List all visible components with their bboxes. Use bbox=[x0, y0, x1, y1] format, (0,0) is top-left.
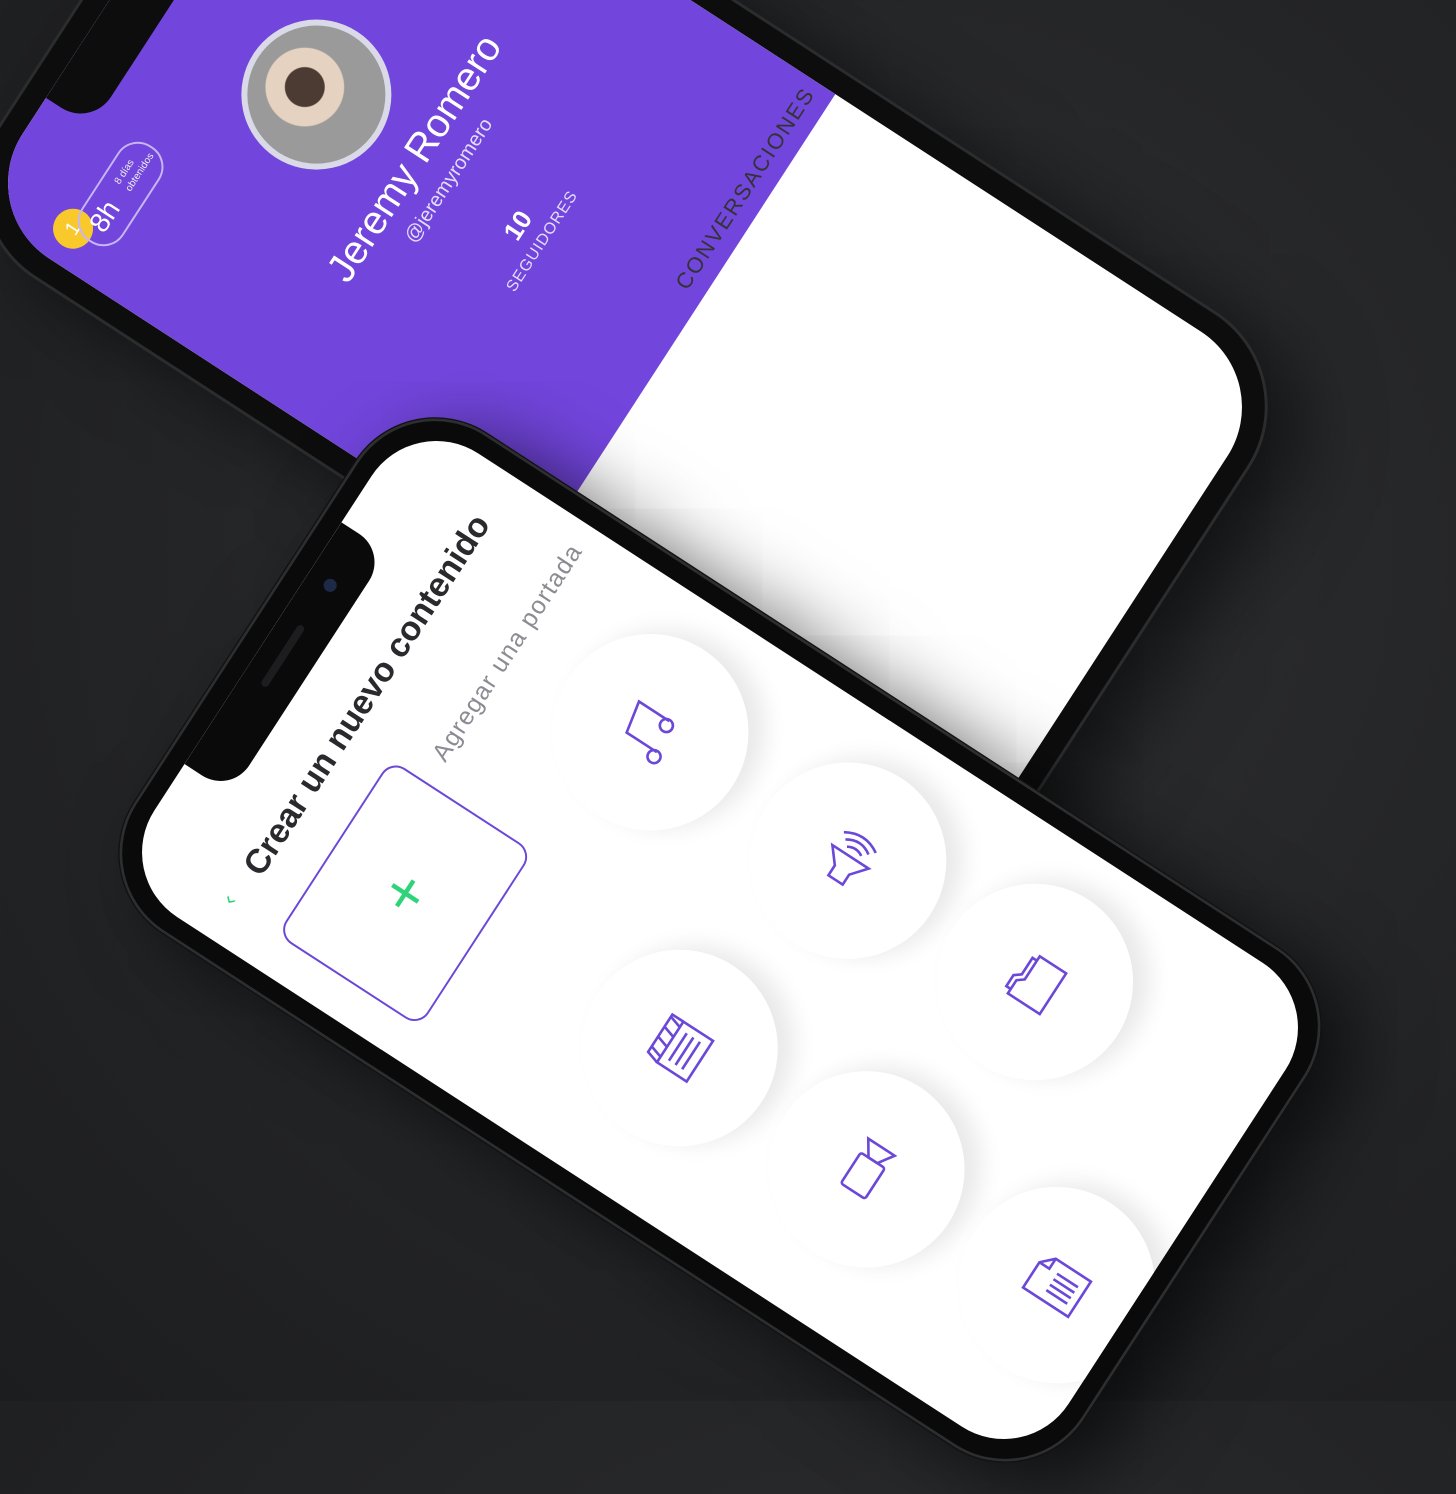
speaker-grille bbox=[259, 623, 306, 689]
phone-notch bbox=[184, 522, 388, 795]
chevron-left-icon: ‹ bbox=[216, 889, 242, 910]
video-camera-icon bbox=[840, 1136, 898, 1200]
camera-icon bbox=[321, 576, 340, 595]
plus-icon: + bbox=[365, 858, 445, 928]
audio-icon bbox=[826, 830, 877, 887]
document-icon bbox=[1021, 1257, 1093, 1319]
back-button[interactable]: ‹ bbox=[216, 879, 249, 910]
hours-value: 8h bbox=[82, 194, 126, 238]
description-underline bbox=[1140, 1106, 1328, 1469]
folder-icon bbox=[1004, 954, 1068, 1016]
music-button[interactable] bbox=[514, 596, 787, 869]
clapperboard-icon bbox=[646, 1012, 715, 1084]
music-icon bbox=[625, 699, 675, 765]
